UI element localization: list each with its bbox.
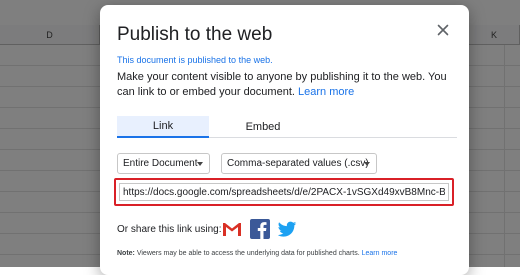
share-row: Or share this link using: [117,218,317,242]
published-status: This document is published to the web. [117,55,273,65]
tab-link[interactable]: Link [117,116,209,138]
description-text: Make your content visible to anyone by p… [117,71,447,98]
chevron-down-icon [364,162,370,166]
learn-more-link[interactable]: Learn more [298,86,354,98]
twitter-icon[interactable] [276,218,298,240]
publish-dialog: Publish to the web This document is publ… [100,5,469,275]
close-icon[interactable] [435,22,451,38]
tab-bar: Link Embed [117,116,457,138]
document-select[interactable]: Entire Document [117,153,210,174]
charts-note: Note: Viewers may be able to access the … [117,250,462,257]
note-text: Viewers may be able to access the underl… [134,250,362,257]
chevron-down-icon [197,162,203,166]
tab-embed[interactable]: Embed [217,116,309,138]
url-highlight [114,178,454,206]
gmail-icon[interactable] [221,218,243,240]
share-label: Or share this link using: [117,224,222,235]
note-learn-more-link[interactable]: Learn more [362,250,398,257]
facebook-icon[interactable] [249,218,271,240]
dialog-title: Publish to the web [117,24,273,45]
format-select[interactable]: Comma-separated values (.csv) [221,153,377,174]
document-select-value: Entire Document [123,158,198,169]
dialog-description: Make your content visible to anyone by p… [117,70,457,100]
published-url-field[interactable] [119,183,449,201]
note-prefix: Note: [117,250,135,257]
format-select-value: Comma-separated values (.csv) [227,158,369,169]
